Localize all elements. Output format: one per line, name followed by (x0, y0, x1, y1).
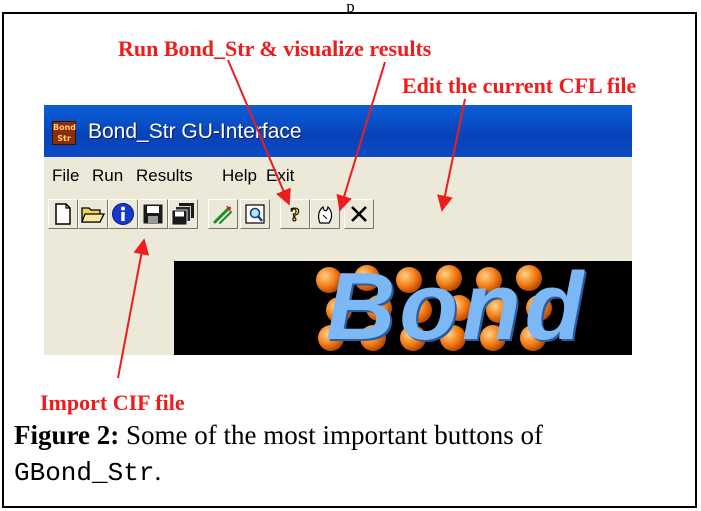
arrow-to-run-button (227, 59, 291, 206)
caption-text: Some of the most important buttons of (119, 420, 543, 450)
arrow-to-import-cif-button (117, 238, 150, 379)
arrow-to-visualize-button (336, 61, 386, 212)
caption-label: Figure 2: (14, 420, 120, 450)
callout-import-cif: Import CIF file (40, 390, 185, 415)
figure-caption: Figure 2: Some of the most important but… (14, 417, 684, 491)
caption-end: . (154, 456, 162, 486)
caption-code: GBond_Str (14, 458, 155, 488)
arrow-to-edit-cfl-button (437, 98, 466, 212)
